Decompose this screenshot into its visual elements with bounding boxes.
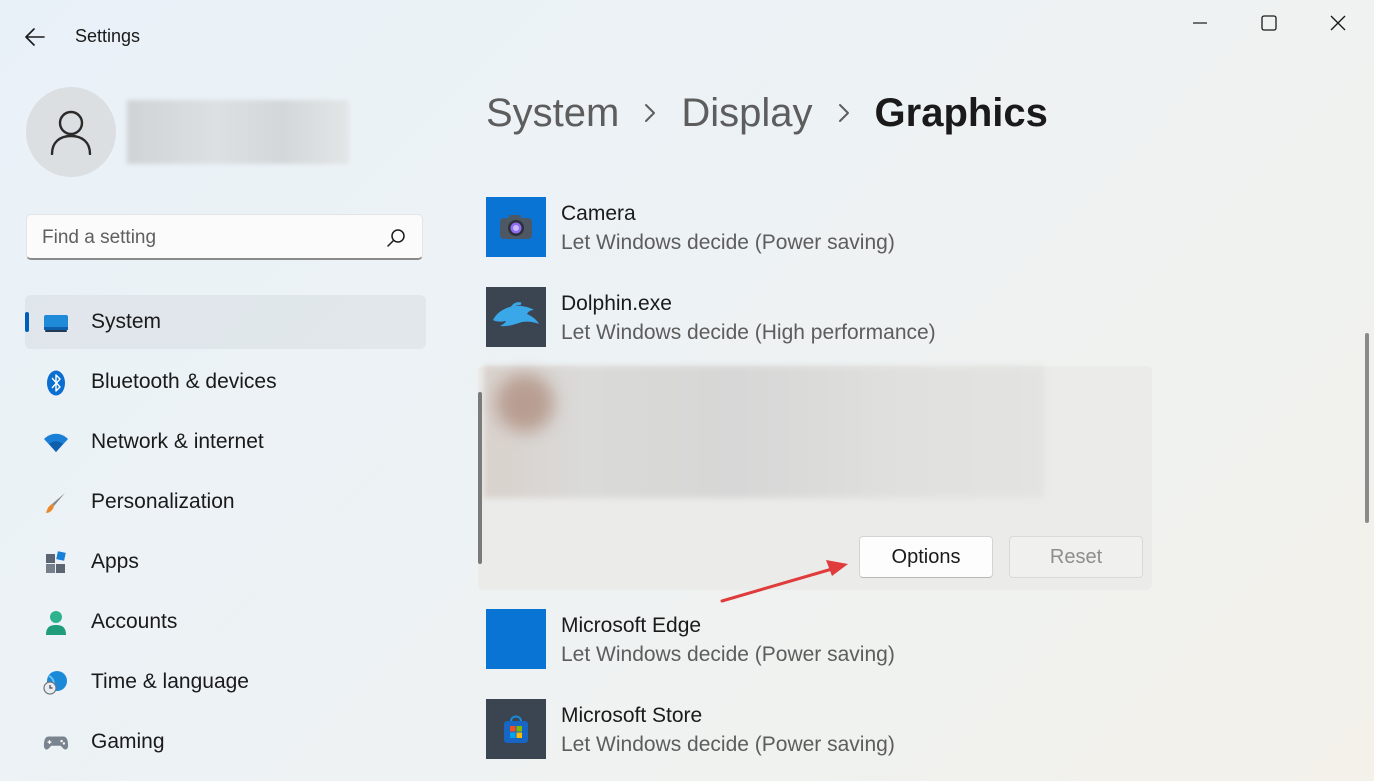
app-name: Camera (561, 202, 636, 225)
sidebar-item-gaming[interactable]: Gaming (25, 715, 426, 769)
edge-icon (486, 609, 546, 669)
store-icon (486, 699, 546, 759)
sidebar-item-time-language[interactable]: Time & language (25, 655, 426, 709)
app-row-store[interactable]: Microsoft Store Let Windows decide (Powe… (486, 699, 1146, 759)
app-icon-redacted (496, 374, 554, 432)
breadcrumb-display[interactable]: Display (681, 91, 812, 136)
camera-icon (486, 197, 546, 257)
list-scrollbar[interactable] (478, 392, 482, 564)
settings-window: Settings Find a setting System Bluetooth… (0, 0, 1374, 781)
page-scrollbar[interactable] (1365, 333, 1369, 523)
sidebar-item-personalization[interactable]: Personalization (25, 475, 426, 529)
maximize-icon (1261, 15, 1277, 31)
back-button[interactable] (18, 20, 52, 54)
person-icon (50, 110, 92, 155)
sidebar-item-label: Bluetooth & devices (91, 370, 277, 393)
active-indicator (25, 312, 29, 332)
close-icon (1330, 15, 1346, 31)
avatar[interactable] (26, 87, 116, 177)
chevron-right-icon (619, 103, 681, 123)
app-row-camera[interactable]: Camera Let Windows decide (Power saving) (486, 197, 1146, 257)
app-row-dolphin[interactable]: Dolphin.exe Let Windows decide (High per… (486, 287, 1146, 347)
app-row-edge[interactable]: Microsoft Edge Let Windows decide (Power… (486, 609, 1146, 669)
brush-icon (43, 490, 69, 516)
search-box[interactable] (26, 214, 423, 261)
back-arrow-icon (25, 28, 45, 46)
app-gpu-preference: Let Windows decide (Power saving) (561, 231, 895, 254)
sidebar-item-label: Accounts (91, 610, 178, 633)
sidebar-item-label: Apps (91, 550, 139, 573)
title-bar: Settings (0, 0, 1374, 60)
app-name: Dolphin.exe (561, 292, 672, 315)
wifi-icon (43, 430, 69, 456)
profile-name-redacted (127, 100, 349, 164)
app-gpu-preference: Let Windows decide (Power saving) (561, 643, 895, 666)
app-gpu-preference: Let Windows decide (Power saving) (561, 733, 895, 756)
app-gpu-preference: Let Windows decide (High performance) (561, 321, 936, 344)
options-button[interactable]: Options (859, 536, 993, 578)
reset-button[interactable]: Reset (1009, 536, 1143, 578)
bluetooth-icon (43, 370, 69, 396)
sidebar-item-label: Gaming (91, 730, 165, 753)
chevron-right-icon (813, 103, 875, 123)
display-icon (43, 310, 69, 336)
app-name: Microsoft Store (561, 704, 703, 727)
app-name: Microsoft Edge (561, 614, 702, 637)
gamepad-icon (43, 730, 69, 756)
app-title: Settings (75, 26, 141, 46)
sidebar-item-label: System (91, 310, 162, 333)
sidebar-item-network[interactable]: Network & internet (25, 415, 426, 469)
globe-clock-icon (43, 670, 69, 696)
apps-icon (43, 550, 69, 576)
search-icon[interactable] (386, 228, 406, 248)
sidebar-nav: System Bluetooth & devices Network & int… (25, 295, 426, 775)
search-input[interactable] (27, 215, 384, 261)
breadcrumb: System Display Graphics (486, 88, 1048, 138)
maximize-button[interactable] (1235, 0, 1303, 46)
sidebar-item-system[interactable]: System (25, 295, 426, 349)
sidebar-item-label: Time & language (91, 670, 249, 693)
sidebar-item-bluetooth[interactable]: Bluetooth & devices (25, 355, 426, 409)
sidebar-item-label: Network & internet (91, 430, 264, 453)
app-row-expanded: Options Reset (478, 366, 1152, 590)
close-button[interactable] (1304, 0, 1372, 46)
person-icon (43, 610, 69, 636)
dolphin-icon (486, 287, 546, 347)
page-title: Graphics (874, 90, 1048, 135)
minimize-icon (1193, 22, 1207, 24)
app-details-redacted (484, 366, 1044, 498)
breadcrumb-system[interactable]: System (486, 91, 619, 136)
sidebar-item-label: Personalization (91, 490, 235, 513)
minimize-button[interactable] (1166, 0, 1234, 46)
sidebar-item-accounts[interactable]: Accounts (25, 595, 426, 649)
sidebar-item-apps[interactable]: Apps (25, 535, 426, 589)
